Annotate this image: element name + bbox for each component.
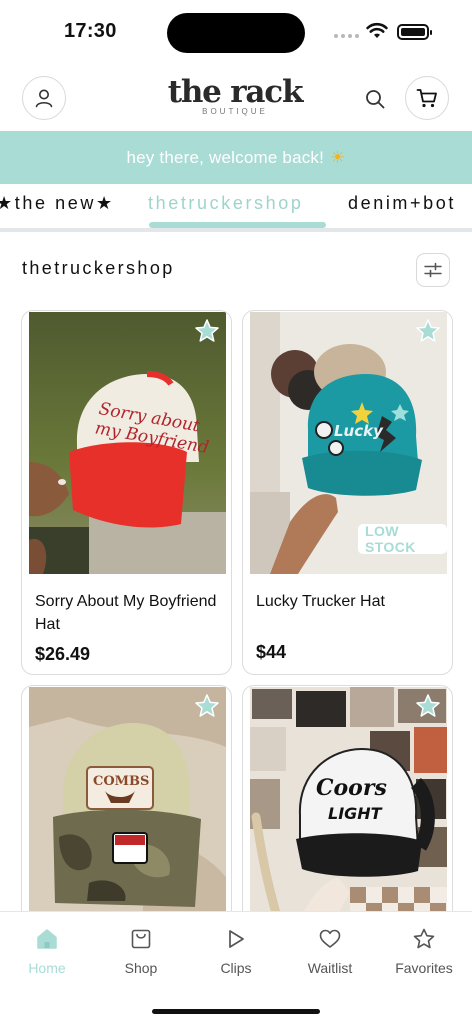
status-bar: 17:30 <box>0 0 472 64</box>
nav-shop[interactable]: Shop <box>96 924 186 976</box>
favorite-star-icon[interactable] <box>194 693 220 719</box>
active-tab-indicator <box>149 222 326 228</box>
heart-icon <box>319 929 341 948</box>
star-icon <box>413 928 435 949</box>
welcome-text: hey there, welcome back! <box>126 147 325 167</box>
product-image[interactable]: Sorry about my Boyfriend <box>29 312 226 574</box>
brand-logo[interactable]: the rack BOUTIQUE <box>150 74 320 116</box>
filter-button[interactable] <box>416 253 450 287</box>
app-header: the rack BOUTIQUE <box>0 74 472 124</box>
product-card[interactable]: Sorry about my Boyfriend Sorry About My … <box>21 310 232 675</box>
product-card[interactable]: Coors LIGHT <box>242 685 453 925</box>
product-card[interactable]: COMBS <box>21 685 232 925</box>
product-name[interactable]: Lucky Trucker Hat <box>256 590 441 613</box>
sun-emoji-icon: ☀ <box>330 147 346 167</box>
user-icon <box>35 89 53 108</box>
home-icon <box>37 929 57 949</box>
product-image[interactable]: Coors LIGHT <box>250 687 447 924</box>
cellular-signal-icon <box>334 34 359 38</box>
battery-icon <box>397 24 432 40</box>
product-image[interactable]: Lucky LOW STOCK <box>250 312 447 574</box>
nav-favorites[interactable]: Favorites <box>379 924 469 976</box>
nav-shop-label: Shop <box>124 960 158 976</box>
product-price: $44 <box>256 642 287 662</box>
search-button[interactable] <box>362 86 388 112</box>
wifi-icon <box>366 22 388 38</box>
dynamic-island <box>167 13 305 53</box>
hat-combs-text: COMBS <box>93 774 149 789</box>
nav-clips-label: Clips <box>220 960 252 976</box>
welcome-banner: hey there, welcome back! ☀ <box>0 131 472 184</box>
status-time: 17:30 <box>64 20 117 42</box>
product-card[interactable]: Lucky LOW STOCK Lucky Trucker Hat $44 <box>242 310 453 675</box>
hat-coors-text: Coors <box>316 775 387 801</box>
search-icon <box>366 90 385 109</box>
favorite-star-icon[interactable] <box>415 318 441 344</box>
favorite-star-icon[interactable] <box>194 318 220 344</box>
cart-icon <box>416 89 437 108</box>
shopping-bag-icon <box>131 929 151 949</box>
nav-waitlist[interactable]: Waitlist <box>285 924 375 976</box>
nav-clips[interactable]: Clips <box>191 924 281 976</box>
category-tabs: ★the new★ thetruckershop denim+bot <box>0 184 472 232</box>
account-button[interactable] <box>22 76 66 120</box>
home-indicator <box>152 1009 320 1014</box>
low-stock-badge: LOW STOCK <box>358 523 447 555</box>
tab-denim-boots[interactable]: denim+bot <box>348 193 456 214</box>
nav-favorites-label: Favorites <box>395 960 453 976</box>
play-icon <box>229 930 244 948</box>
bottom-tab-bar: Home Shop Clips Waitlist Favorites <box>0 911 472 1024</box>
product-name[interactable]: Sorry About My Boyfriend Hat <box>35 590 220 636</box>
section-title: thetruckershop <box>22 258 175 278</box>
cart-button[interactable] <box>405 76 449 120</box>
favorite-star-icon[interactable] <box>415 693 441 719</box>
nav-home[interactable]: Home <box>2 924 92 976</box>
hat-light-text: LIGHT <box>328 804 383 823</box>
logo-wordmark: the rack <box>167 74 304 110</box>
nav-home-label: Home <box>28 960 66 976</box>
nav-waitlist-label: Waitlist <box>307 960 353 976</box>
product-image[interactable]: COMBS <box>29 687 226 924</box>
product-price: $26.49 <box>35 644 91 664</box>
tab-thetruckershop[interactable]: thetruckershop <box>148 193 303 214</box>
sliders-icon <box>424 262 442 278</box>
hat-lucky-text: Lucky <box>334 422 384 440</box>
tab-the-new[interactable]: ★the new★ <box>0 193 115 214</box>
